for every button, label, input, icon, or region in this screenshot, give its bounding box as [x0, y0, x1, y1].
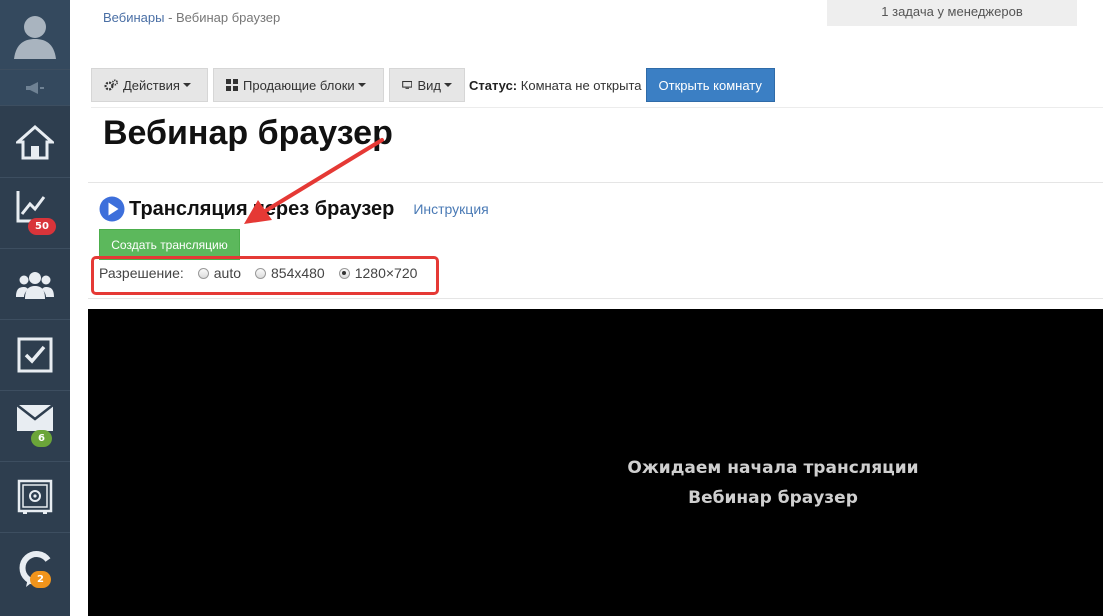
grid-icon	[226, 79, 238, 91]
page-title: Вебинар браузер	[103, 114, 393, 152]
chevron-down-icon	[182, 83, 191, 87]
annotation-highlight-box	[91, 256, 439, 295]
actions-label: Действия	[123, 77, 180, 93]
waiting-text: Ожидаем начала трансляции	[627, 458, 919, 478]
webinar-name-text: Вебинар браузер	[688, 488, 858, 508]
status-value: Комната не открыта	[520, 77, 642, 93]
home-icon	[16, 124, 54, 160]
breadcrumb-separator: -	[164, 10, 177, 25]
sidebar: 50 6 2	[0, 0, 70, 616]
sidebar-item-announcements[interactable]	[0, 70, 70, 106]
safe-icon	[17, 479, 53, 514]
broadcast-section-header: Трансляция через браузер Инструкция	[99, 195, 489, 223]
users-icon	[16, 272, 54, 299]
player-waiting-message: Ожидаем начала трансляции Вебинар браузе…	[88, 453, 1103, 513]
play-icon	[99, 196, 125, 222]
sidebar-item-messages[interactable]: 2	[0, 533, 70, 616]
checkbox-icon	[17, 337, 53, 373]
selling-blocks-dropdown-button[interactable]: Продающие блоки	[213, 68, 384, 102]
user-avatar[interactable]	[0, 0, 70, 70]
broadcast-section-title: Трансляция через браузер	[129, 197, 395, 220]
view-dropdown-button[interactable]: Вид	[389, 68, 465, 102]
gears-icon	[104, 79, 118, 91]
messages-badge: 2	[30, 571, 51, 588]
divider	[91, 107, 1103, 108]
video-player[interactable]: Ожидаем начала трансляции Вебинар браузе…	[88, 309, 1103, 616]
toolbar: Действия Продающие блоки Вид Статус: Ком…	[91, 68, 775, 102]
view-label: Вид	[417, 77, 441, 93]
sidebar-item-analytics[interactable]: 50	[0, 178, 70, 249]
analytics-badge: 50	[28, 218, 56, 235]
breadcrumb-webinars-link[interactable]: Вебинары	[103, 10, 164, 25]
user-icon	[14, 15, 56, 59]
breadcrumb-current: Вебинар браузер	[176, 10, 281, 25]
chevron-down-icon	[444, 83, 452, 87]
mail-badge: 6	[31, 430, 52, 447]
divider	[88, 298, 1103, 299]
monitor-icon	[402, 80, 413, 89]
open-room-button[interactable]: Открыть комнату	[645, 68, 775, 102]
sidebar-item-safe[interactable]	[0, 462, 70, 533]
actions-dropdown-button[interactable]: Действия	[91, 68, 208, 102]
chevron-down-icon	[357, 83, 366, 87]
room-status: Статус: Комната не открыта	[469, 78, 642, 93]
selling-blocks-label: Продающие блоки	[243, 77, 355, 93]
sidebar-item-tasks[interactable]	[0, 320, 70, 391]
status-label: Статус:	[469, 77, 518, 93]
manager-tasks-notice[interactable]: 1 задача у менеджеров	[827, 0, 1077, 26]
megaphone-icon	[26, 81, 44, 94]
sidebar-item-home[interactable]	[0, 107, 70, 178]
divider	[88, 182, 1103, 183]
envelope-icon	[17, 405, 53, 431]
sidebar-item-users[interactable]	[0, 249, 70, 320]
instruction-link[interactable]: Инструкция	[413, 201, 488, 217]
breadcrumb: Вебинары - Вебинар браузер	[103, 10, 280, 25]
sidebar-item-mail[interactable]: 6	[0, 391, 70, 462]
